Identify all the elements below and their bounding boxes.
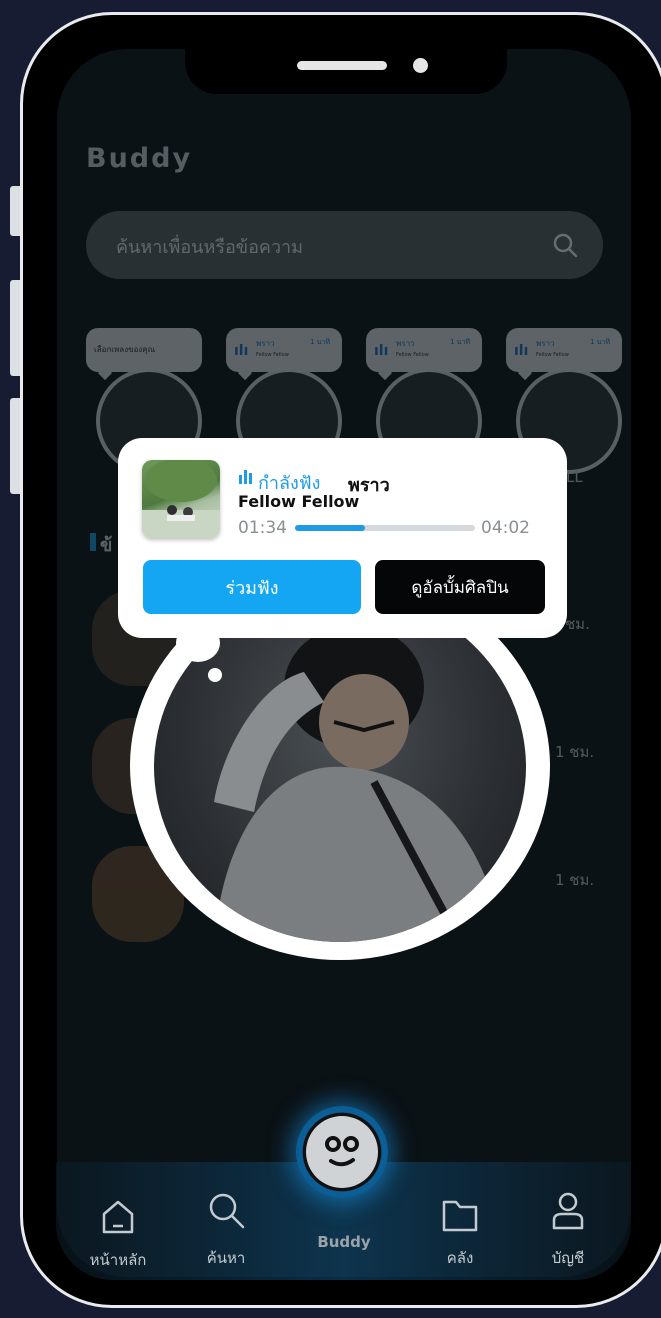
story-song: พราว: [256, 339, 275, 348]
thought-bubble-dot-small: [208, 668, 222, 682]
progress-bar[interactable]: [295, 525, 475, 531]
nav-label-buddy[interactable]: Buddy: [300, 1233, 388, 1251]
story-item[interactable]: ılı พราว Fellow Fellow 1 นาที: [226, 328, 346, 474]
feed-time: 1 ชม.: [555, 743, 595, 761]
nav-label: บัญชี: [551, 1249, 585, 1267]
story-time: 1 นาที: [450, 338, 471, 346]
story-item[interactable]: ılı พราว Fellow Fellow 1 นาที: [506, 328, 626, 474]
nav-label: หน้าหลัก: [89, 1251, 147, 1269]
story-item-my-song[interactable]: เลือกเพลงของคุณ: [86, 328, 206, 474]
home-icon: [102, 1200, 134, 1234]
nav-item-library[interactable]: คลัง: [420, 1194, 500, 1274]
story-item[interactable]: ılı พราว Fellow Fellow 1 นาที: [366, 328, 486, 474]
account-icon: [552, 1192, 584, 1230]
join-listening-button[interactable]: ร่วมฟัง: [143, 560, 361, 614]
progress-fill: [295, 525, 366, 531]
equalizer-icon: ılı: [374, 343, 389, 359]
feed-time: ชม.: [565, 615, 590, 633]
equalizer-icon: ılı: [234, 343, 249, 359]
album-cover-art: [142, 460, 220, 538]
story-prompt: เลือกเพลงของคุณ: [94, 345, 156, 354]
story-time: 1 นาที: [590, 338, 611, 346]
feed-time: 1 ชม.: [555, 871, 595, 889]
folder-icon: [442, 1200, 478, 1232]
nav-item-search[interactable]: ค้นหา: [186, 1190, 266, 1270]
story-artist: Fellow Fellow: [256, 352, 289, 358]
buddy-face-icon: [325, 1136, 359, 1167]
story-name-partial: LL: [566, 468, 583, 486]
page-title: Buddy: [86, 143, 193, 174]
search-input[interactable]: ค้นหาเพื่อนหรือข้อความ: [116, 232, 303, 261]
story-time: 1 นาที: [310, 338, 331, 346]
nav-label: คลัง: [446, 1249, 474, 1267]
total-time: 04:02: [481, 518, 530, 538]
nav-item-home[interactable]: หน้าหลัก: [78, 1196, 158, 1276]
equalizer-icon: [239, 470, 252, 484]
search-icon[interactable]: [551, 231, 579, 259]
story-song: พราว: [396, 339, 415, 348]
artist-name: Fellow Fellow: [238, 492, 360, 511]
story-song: พราว: [536, 339, 555, 348]
story-artist: Fellow Fellow: [396, 352, 429, 358]
buddy-button[interactable]: [296, 1106, 388, 1198]
now-playing-card: กำลังฟัง พราว Fellow Fellow 01:34 04:02 …: [118, 438, 567, 638]
album-cover: [142, 460, 220, 538]
buddy-icon: [306, 1116, 378, 1188]
nav-item-account[interactable]: บัญชี: [528, 1190, 608, 1270]
section-title: ข้: [100, 535, 113, 556]
nav-label: ค้นหา: [206, 1249, 246, 1267]
search-bar[interactable]: ค้นหาเพื่อนหรือข้อความ: [86, 211, 603, 279]
view-artist-album-button[interactable]: ดูอัลบั้มศิลปิน: [375, 560, 545, 614]
search-icon: [209, 1193, 245, 1229]
equalizer-icon: ılı: [514, 343, 529, 359]
story-artist: Fellow Fellow: [536, 352, 569, 358]
section-marker: [90, 533, 96, 551]
current-time: 01:34: [238, 518, 287, 538]
